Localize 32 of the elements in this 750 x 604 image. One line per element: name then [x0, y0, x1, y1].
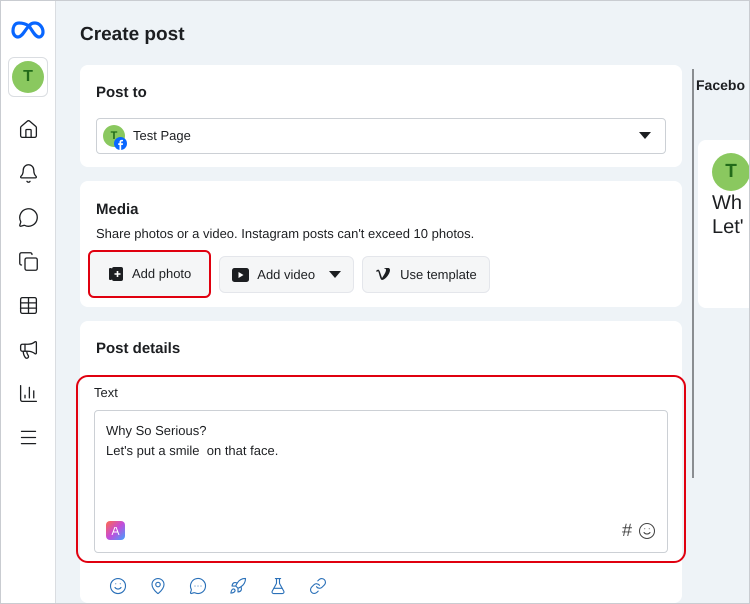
preview-text: Let'	[712, 215, 745, 239]
add-photo-button[interactable]: Add photo	[88, 250, 212, 298]
caret-icon	[329, 270, 342, 278]
page-title: Create post	[80, 23, 186, 47]
smile-icon[interactable]	[109, 577, 127, 595]
infinity-logo-icon	[11, 21, 45, 39]
hashtag-button[interactable]: #	[622, 517, 632, 544]
section-heading: Post to	[96, 82, 148, 102]
page-select[interactable]: T Test Page	[96, 118, 666, 154]
map-pin-icon[interactable]	[149, 577, 167, 595]
link-icon[interactable]	[309, 577, 327, 595]
video-icon	[232, 268, 250, 282]
caret-icon	[639, 132, 651, 140]
section-heading: Media	[96, 200, 140, 220]
emoji-icon[interactable]	[638, 522, 656, 540]
facebook-badge-icon	[114, 137, 127, 150]
flask-icon[interactable]	[269, 577, 287, 595]
avatar: T	[712, 153, 749, 191]
preview-heading: Facebo	[695, 76, 746, 95]
text-style-icon[interactable]	[106, 521, 125, 540]
field-label: Text	[94, 384, 119, 402]
post-text: Why So Serious? Let's put a smile on that face.	[106, 422, 280, 460]
v-logo-icon	[375, 268, 392, 282]
section-heading: Post details	[95, 339, 182, 359]
text-field[interactable]: Why So Serious? Let's put a smile on that face. #	[94, 410, 668, 553]
rocket-icon[interactable]	[229, 577, 247, 595]
add-video-button[interactable]: Add video	[219, 256, 354, 293]
use-template-button[interactable]: Use template	[362, 256, 490, 293]
chat-bubble-icon[interactable]	[189, 577, 207, 595]
preview-text: Wh	[712, 191, 743, 215]
media-description: Share photos or a video. Instagram posts can't exceed 10 photos.	[96, 224, 476, 243]
photo-add-icon	[108, 266, 124, 282]
